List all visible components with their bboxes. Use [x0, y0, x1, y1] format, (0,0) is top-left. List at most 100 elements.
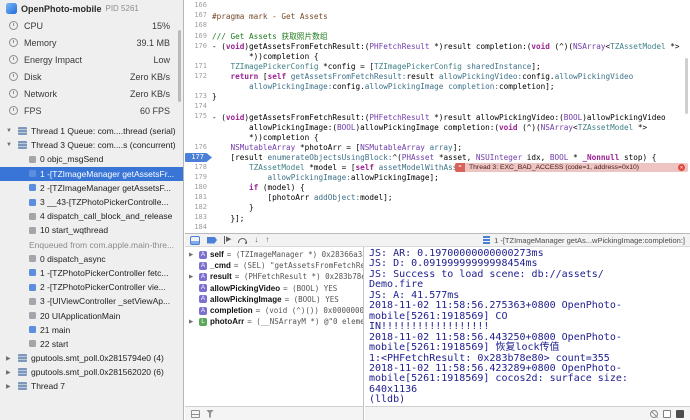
- show-variables-toggle-icon[interactable]: [663, 409, 671, 418]
- breakpoint-indicator[interactable]: 177: [185, 152, 212, 163]
- breakpoints-toggle-button[interactable]: [207, 236, 217, 244]
- console-view[interactable]: JS: AR: 0.19700000000000273ms JS: D: 0.09…: [365, 247, 690, 406]
- code-text: TZAssetModel *model = [self assetModelWi…: [249, 163, 462, 173]
- stack-frame-icon: [29, 340, 36, 348]
- stack-frame-icon: [29, 297, 36, 305]
- thread-row[interactable]: ▶ Thread 7: [0, 379, 183, 393]
- variable-row[interactable]: Acompletion= (void (^)()) 0x000000010038…: [185, 305, 363, 316]
- line-number: 183: [194, 213, 207, 222]
- editor-scrollbar[interactable]: [685, 58, 688, 114]
- variable-row[interactable]: ▶ Aself = (TZImageManager *) 0x28366a3a0: [185, 249, 363, 260]
- step-into-button[interactable]: ↓: [254, 236, 258, 244]
- stack-frame-label: 0 dispatch_async: [40, 253, 106, 264]
- step-over-button[interactable]: [238, 237, 248, 244]
- variable-row[interactable]: A_cmd= (SEL) "getAssetsFromFetchResult:a…: [185, 260, 363, 271]
- disclosure-triangle-icon[interactable]: ▶: [189, 274, 196, 280]
- frame-jump-bar[interactable]: 1 -[TZImageManager getAs...wPickingImage…: [483, 236, 685, 245]
- stack-frame-row[interactable]: 20 UIApplicationMain: [0, 308, 183, 322]
- error-badge-icon[interactable]: ✕: [678, 164, 685, 172]
- variable-row[interactable]: AallowPickingImage = (BOOL) YES: [185, 294, 363, 305]
- disclosure-triangle-icon[interactable]: ▶: [6, 355, 14, 362]
- stack-frame-row[interactable]: 22 start: [0, 337, 183, 351]
- step-into-icon: ↓: [254, 235, 259, 244]
- clear-console-icon[interactable]: [650, 409, 658, 418]
- show-console-toggle-icon[interactable]: [676, 409, 684, 418]
- code-line: 171 TZImagePickerConfig *config = [TZIma…: [185, 62, 690, 72]
- line-number: 176: [194, 142, 207, 151]
- hide-debug-area-button[interactable]: [190, 235, 200, 245]
- variable-type-icon: A: [199, 284, 207, 293]
- stack-frame-row[interactable]: 2 -[TZImageManager getAssetsF...: [0, 181, 183, 195]
- variables-list: ▶ Aself = (TZImageManager *) 0x28366a3a0 A _…: [185, 249, 363, 327]
- gauge-row[interactable]: Energy Impact Low: [0, 51, 183, 68]
- stack-frame-row[interactable]: 3 -[UIViewController _setViewAp...: [0, 294, 183, 308]
- variables-scope-icon[interactable]: [191, 409, 200, 418]
- thread-row[interactable]: ▼ Thread 3 Queue: com....s (concurrent): [0, 138, 183, 152]
- app-icon: [6, 3, 17, 14]
- stack-frame-icon: [29, 255, 36, 263]
- continue-button[interactable]: ▶: [224, 236, 231, 244]
- thread-row[interactable]: ▶ gputools.smt_poll.0x2815794e0 (4): [0, 351, 183, 365]
- line-number: 168: [194, 21, 207, 30]
- process-name: OpenPhoto-mobile: [21, 3, 102, 14]
- variable-value: = (PHFetchResult *) 0x283b78e80: [234, 272, 363, 282]
- variable-row[interactable]: ▶ Aresult = (PHFetchResult *) 0x283b78e80: [185, 271, 363, 282]
- process-header[interactable]: OpenPhoto-mobile PID 5261: [0, 0, 183, 17]
- stack-frame-row[interactable]: 3 __43-[TZPhotoPickerControlle...: [0, 195, 183, 209]
- stack-frame-row[interactable]: 10 start_wqthread: [0, 223, 183, 237]
- stack-frame-row[interactable]: 1 -[TZPhotoPickerController fetc...: [0, 266, 183, 280]
- source-editor[interactable]: 166 167 #pragma mark - Get Assets 168 169 ///…: [185, 0, 690, 233]
- gauge-row[interactable]: Disk Zero KB/s: [0, 68, 183, 85]
- thread-label: Thread 3 Queue: com....s (concurrent): [31, 140, 176, 151]
- disclosure-triangle-icon[interactable]: ▶: [189, 252, 196, 258]
- disclosure-triangle-icon[interactable]: ▶: [189, 319, 196, 325]
- thread-label: Thread 7: [31, 381, 66, 392]
- disclosure-triangle-icon[interactable]: ▶: [6, 369, 14, 376]
- disk-gauge-icon: [9, 72, 18, 81]
- gauge-value: Zero KB/s: [129, 71, 170, 82]
- stack-frame-row[interactable]: 0 dispatch_async: [0, 252, 183, 266]
- stack-frames-icon: [483, 236, 491, 244]
- line-number: 170: [194, 41, 207, 50]
- memory-gauge-icon: [9, 38, 18, 47]
- stack-frame-row[interactable]: 21 main: [0, 323, 183, 337]
- stack-frame-label: 10 start_wqthread: [40, 225, 109, 236]
- code-text: /// Get Assets 获取照片数组: [212, 31, 328, 41]
- variable-name: allowPickingVideo: [210, 283, 281, 293]
- hide-debug-area-icon: [190, 235, 200, 245]
- stack-frame-row[interactable]: 2 -[TZPhotoPickerController vie...: [0, 280, 183, 294]
- gauge-label: Disk: [24, 71, 42, 82]
- variable-row[interactable]: AallowPickingVideo = (BOOL) YES: [185, 283, 363, 294]
- filter-funnel-icon[interactable]: [206, 409, 214, 418]
- stack-frame-icon: [29, 269, 36, 277]
- step-out-button[interactable]: ↑: [265, 236, 269, 244]
- gauge-value: Zero KB/s: [129, 88, 170, 99]
- disclosure-triangle-icon[interactable]: ▼: [6, 128, 14, 134]
- stack-frame-row[interactable]: 1 -[TZImageManager getAssetsFr...: [0, 166, 183, 181]
- thread-row[interactable]: ▶ gputools.smt_poll.0x281562020 (6): [0, 365, 183, 379]
- stack-frame-label: 0 objc_msgSend: [40, 154, 104, 165]
- gauge-value: 60 FPS: [139, 105, 170, 116]
- variable-type-icon: A: [199, 295, 207, 304]
- line-number: 181: [194, 193, 207, 202]
- gauge-row[interactable]: Network Zero KB/s: [0, 85, 183, 102]
- sidebar-scrollbar[interactable]: [178, 30, 181, 102]
- code-line: 167 #pragma mark - Get Assets: [185, 11, 690, 21]
- thread-row[interactable]: ▼ Thread 1 Queue: com....thread (serial): [0, 124, 183, 138]
- crash-annotation[interactable]: = Thread 3: EXC_BAD_ACCESS (code=1, addre…: [455, 163, 688, 173]
- gauge-row[interactable]: CPU 15%: [0, 17, 183, 34]
- stack-frame-row[interactable]: 4 dispatch_call_block_and_release: [0, 209, 183, 223]
- gauge-row[interactable]: FPS 60 FPS: [0, 102, 183, 119]
- disclosure-triangle-icon[interactable]: ▼: [6, 142, 14, 148]
- disclosure-triangle-icon[interactable]: ▶: [6, 383, 14, 390]
- stack-frame-row[interactable]: 0 objc_msgSend: [0, 152, 183, 166]
- variable-name: completion: [210, 306, 253, 316]
- gauge-label: CPU: [24, 20, 44, 31]
- variable-row[interactable]: ▶LphotoArr= (__NSArrayM *) @"0 elements": [185, 316, 363, 327]
- line-number: 173: [194, 92, 207, 101]
- code-line: 180 if (model) {: [185, 183, 690, 193]
- thread-label: gputools.smt_poll.0x2815794e0 (4): [31, 353, 164, 364]
- variable-value: = (BOOL) YES: [284, 294, 339, 304]
- code-text: *))completion {: [212, 52, 319, 62]
- gauge-row[interactable]: Memory 39.1 MB: [0, 34, 183, 51]
